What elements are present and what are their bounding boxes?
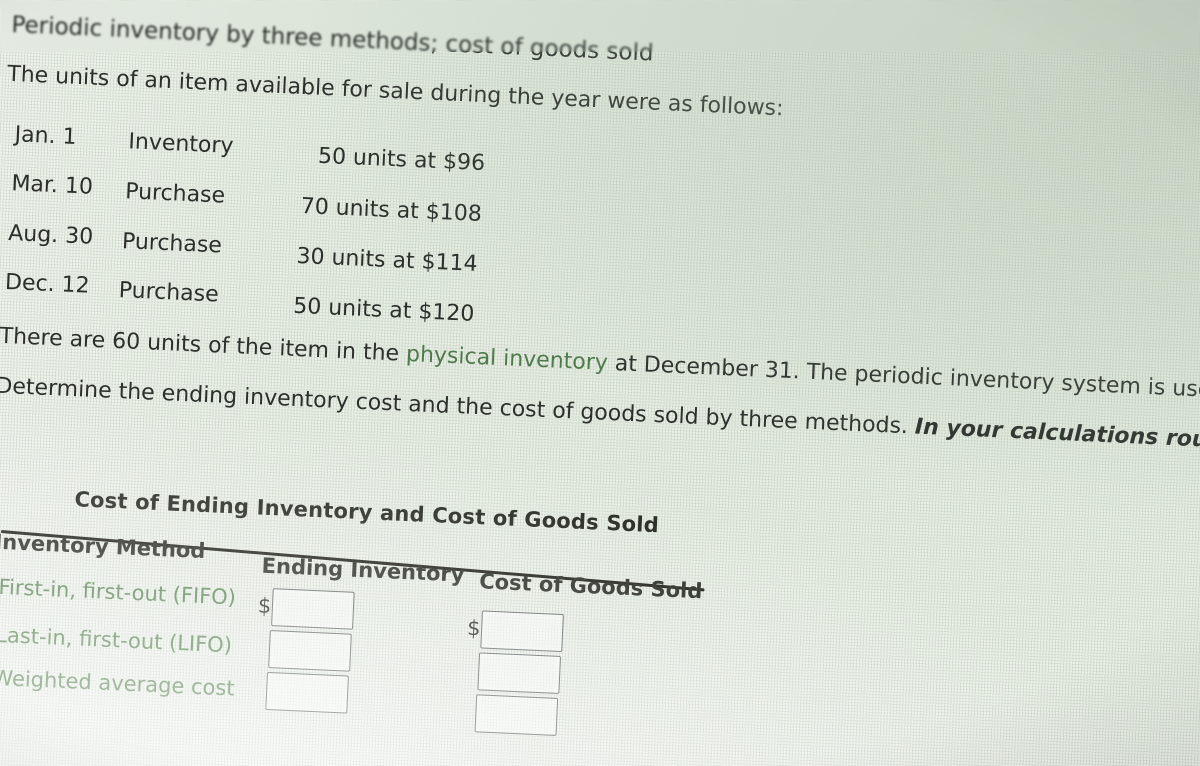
column-header-ending-inventory: Ending Inventory bbox=[261, 553, 466, 587]
column-header-cost-of-goods-sold: Cost of Goods Sold bbox=[478, 569, 703, 604]
input-weighted-average-ending-inventory[interactable] bbox=[265, 671, 349, 714]
row-label-weighted-average: Weighted average cost bbox=[0, 665, 236, 701]
row-label-lifo: Last-in, first-out (LIFO) bbox=[0, 622, 233, 658]
ledger-description: Inventory bbox=[127, 129, 235, 159]
ledger-date: Dec. 12 bbox=[4, 269, 91, 299]
input-lifo-ending-inventory[interactable] bbox=[268, 630, 352, 672]
ledger-date: Aug. 30 bbox=[7, 221, 94, 250]
instruction-emphasis: In your calculations round a bbox=[914, 414, 1200, 455]
problem-intro: The units of an item available for sale … bbox=[6, 61, 785, 122]
physical-inventory-text-post: at December 31. The periodic inventory s… bbox=[607, 350, 1200, 404]
ledger-date: Mar. 10 bbox=[10, 171, 94, 200]
answer-table-title: Cost of Ending Inventory and Cost of Goo… bbox=[73, 487, 660, 538]
input-fifo-cost-of-goods-sold[interactable] bbox=[480, 610, 564, 653]
ledger-amount: 50 units at $96 bbox=[317, 143, 486, 177]
input-weighted-average-cost-of-goods-sold[interactable] bbox=[474, 694, 559, 736]
currency-symbol-ending-inventory: $ bbox=[257, 593, 272, 619]
input-lifo-cost-of-goods-sold[interactable] bbox=[477, 652, 562, 694]
column-header-method: Inventory Method bbox=[0, 529, 206, 564]
ledger-description: Purchase bbox=[124, 179, 226, 209]
ledger-date: Jan. 1 bbox=[14, 122, 78, 150]
ledger-amount: 50 units at $120 bbox=[292, 293, 475, 327]
problem-title: Periodic inventory by three methods; cos… bbox=[10, 11, 655, 67]
screen-surface: Periodic inventory by three methods; cos… bbox=[0, 0, 1200, 766]
input-fifo-ending-inventory[interactable] bbox=[271, 588, 355, 630]
row-label-fifo: First-in, first-out (FIFO) bbox=[0, 574, 237, 610]
ledger-amount: 70 units at $108 bbox=[300, 194, 483, 228]
physical-inventory-text-pre: There are 60 units of the item in the bbox=[0, 323, 407, 367]
ledger-description: Purchase bbox=[118, 278, 220, 308]
ledger-amount: 30 units at $114 bbox=[295, 243, 479, 277]
currency-symbol-cost-of-goods-sold: $ bbox=[466, 615, 482, 641]
ledger-description: Purchase bbox=[121, 229, 223, 259]
photographed-screen: Periodic inventory by three methods; cos… bbox=[0, 0, 1200, 766]
physical-inventory-link[interactable]: physical inventory bbox=[406, 342, 609, 376]
assignment-content: Periodic inventory by three methods; cos… bbox=[0, 5, 1200, 736]
